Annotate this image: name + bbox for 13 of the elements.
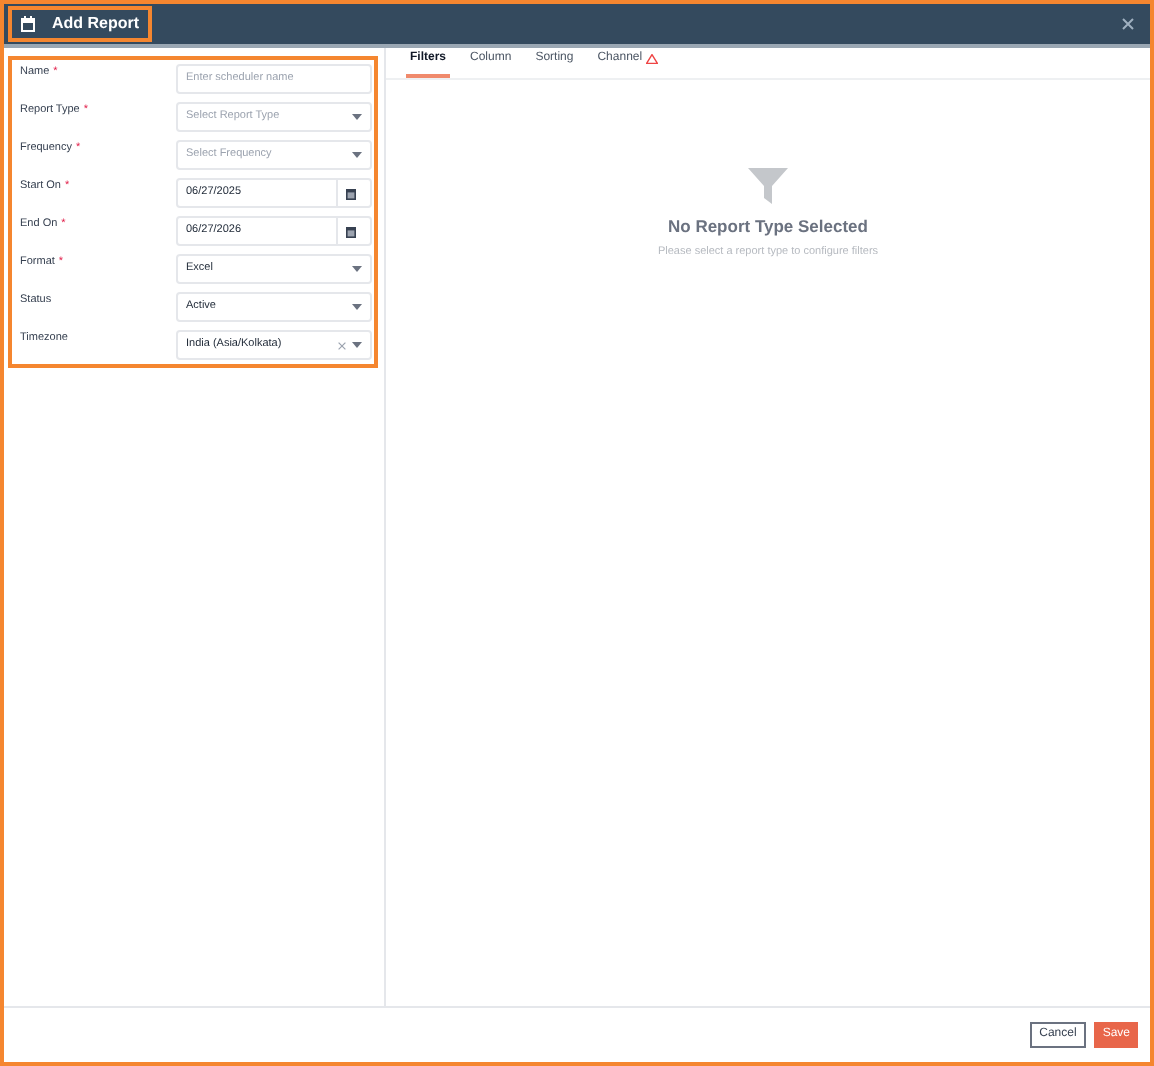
calendar-icon[interactable]	[345, 225, 355, 237]
caret-icon	[352, 304, 362, 310]
warning-icon	[646, 54, 659, 64]
close-button[interactable]	[1122, 18, 1134, 30]
caret-icon	[352, 114, 362, 120]
caret-icon	[352, 152, 362, 158]
window-title: Add Report	[52, 12, 140, 36]
calendar-icon[interactable]	[345, 187, 355, 199]
empty-state-title: No Report Type Selected	[668, 214, 868, 240]
caret-icon	[352, 342, 362, 348]
caret-icon	[352, 266, 362, 272]
filter-icon	[748, 168, 788, 204]
calendar-icon	[20, 16, 36, 32]
